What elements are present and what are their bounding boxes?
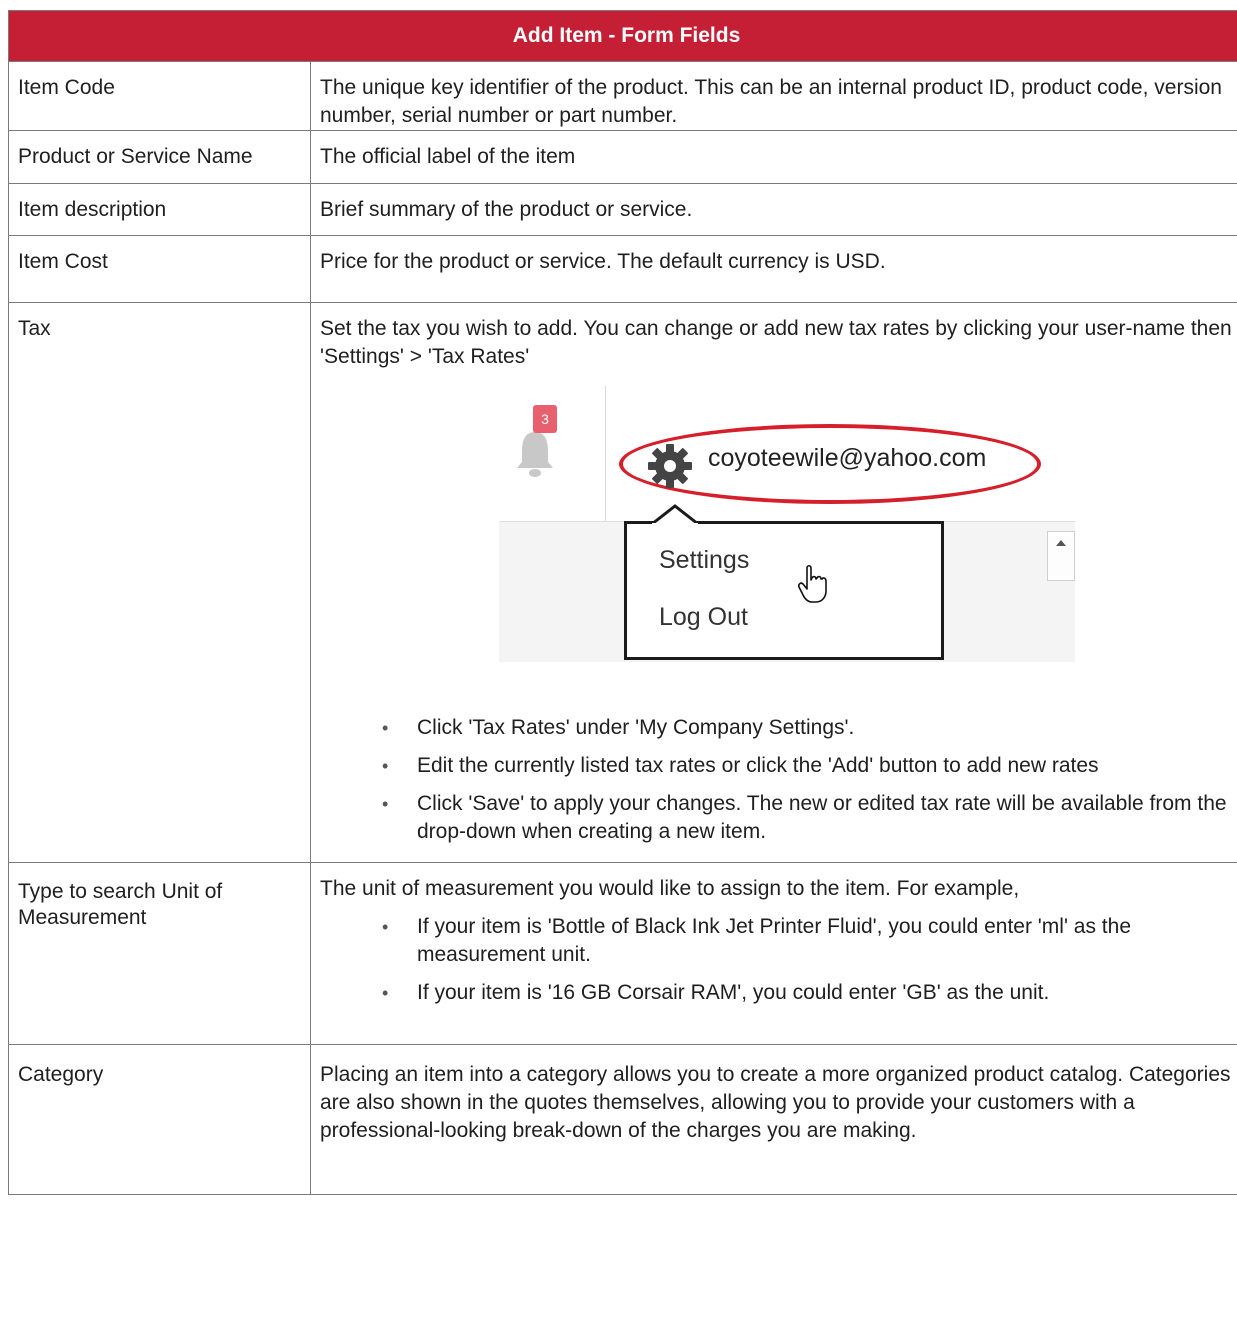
bullet-icon: •: [382, 718, 389, 738]
field-description: The official label of the item: [309, 130, 1237, 184]
username-label[interactable]: coyoteewile@yahoo.com: [708, 444, 986, 472]
list-item: • Edit the currently listed tax rates or …: [320, 752, 1236, 780]
table-row: Item Cost Price for the product or servi…: [8, 235, 1237, 303]
bullet-icon: •: [382, 983, 389, 1003]
list-item: • If your item is 'Bottle of Black Ink Je…: [382, 915, 1131, 966]
field-name: Type to search Unit of Measurement: [8, 862, 311, 1045]
field-name: Item description: [8, 183, 311, 236]
field-description: Placing an item into a category allows y…: [309, 1044, 1237, 1195]
form-fields-table: Add Item - Form Fields Item Code The uni…: [7, 10, 1237, 1195]
gear-icon: [648, 444, 692, 488]
menu-caret: [652, 504, 698, 526]
list-item: • Click 'Save' to apply your changes. The…: [382, 792, 1227, 843]
field-description: Brief summary of the product or service.: [309, 183, 1237, 236]
unit-examples-list: • If your item is 'Bottle of Black Ink Je…: [320, 913, 1236, 1007]
notification-badge: 3: [533, 405, 557, 433]
tax-intro-text: Set the tax you wish to add. You can cha…: [320, 317, 1232, 368]
divider: [605, 386, 606, 521]
field-name: Item Cost: [8, 235, 311, 303]
field-description-unit: The unit of measurement you would like t…: [309, 862, 1237, 1045]
bullet-icon: •: [382, 794, 389, 814]
unit-intro-text: The unit of measurement you would like t…: [320, 877, 1020, 900]
menu-item-log-out[interactable]: Log Out: [659, 603, 748, 631]
bullet-icon: •: [382, 756, 389, 776]
list-item: • If your item is '16 GB Corsair RAM', yo…: [320, 979, 1236, 1007]
table-row: Item Code The unique key identifier of t…: [8, 61, 1237, 131]
pointer-hand-icon: [798, 564, 827, 603]
notification-bell-icon: [517, 432, 553, 477]
table-title: Add Item - Form Fields: [7, 10, 1237, 62]
user-dropdown-menu: Settings Log Out: [624, 521, 944, 660]
list-item: • Click 'Tax Rates' under 'My Company Set…: [320, 714, 1236, 742]
menu-item-settings[interactable]: Settings: [659, 546, 749, 574]
chevron-up-icon: [1056, 540, 1066, 546]
table-row: Category Placing an item into a category…: [8, 1044, 1237, 1195]
field-description: Price for the product or service. The de…: [309, 235, 1237, 303]
field-description: The unique key identifier of the product…: [309, 61, 1237, 131]
field-name: Item Code: [8, 61, 311, 131]
field-name: Product or Service Name: [8, 130, 311, 184]
scrollbar-up-button[interactable]: [1047, 531, 1075, 581]
field-description-tax: Set the tax you wish to add. You can cha…: [309, 302, 1237, 863]
table-row: Product or Service Name The official lab…: [8, 130, 1237, 184]
tax-steps-list: • Click 'Tax Rates' under 'My Company Set…: [320, 714, 1236, 846]
field-name: Tax: [8, 302, 311, 863]
settings-menu-screenshot: 3 coyoteewile@yahoo.com Settings Log Out: [499, 386, 1075, 662]
table-row: Type to search Unit of Measurement The u…: [8, 862, 1237, 1045]
table-row: Tax Set the tax you wish to add. You can…: [8, 302, 1237, 863]
table-header-row: Add Item - Form Fields: [7, 10, 1237, 62]
field-name: Category: [8, 1044, 311, 1195]
table-row: Item description Brief summary of the pr…: [8, 183, 1237, 236]
bullet-icon: •: [382, 917, 389, 937]
